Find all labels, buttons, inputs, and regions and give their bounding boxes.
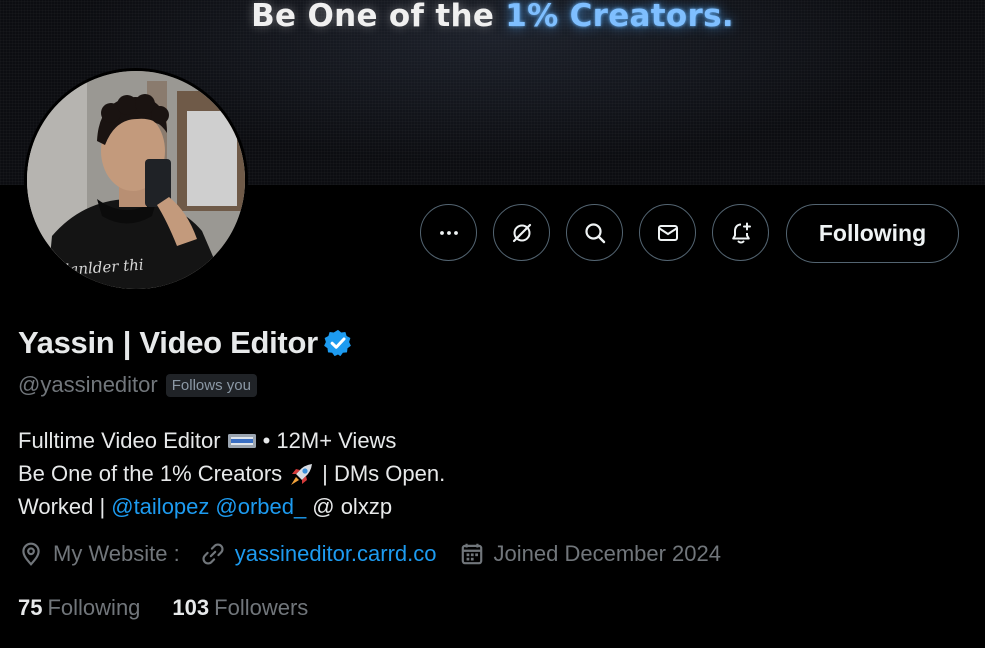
link-icon bbox=[202, 543, 224, 565]
more-dots-icon bbox=[439, 230, 458, 235]
avatar-photo: lanlder thi bbox=[27, 71, 245, 289]
display-name: Yassin | Video Editor bbox=[18, 325, 318, 360]
envelope-icon bbox=[657, 224, 678, 241]
bell-plus-icon bbox=[731, 222, 751, 243]
location-item: My Website : bbox=[18, 541, 180, 567]
bio-line2-text: Be One of the 1% Creators bbox=[18, 461, 283, 486]
bio-line1-suffix: • 12M+ Views bbox=[262, 428, 397, 453]
rocket-emoji-icon bbox=[291, 463, 313, 485]
bio: Fulltime Video Editor • 12M+ Views Be On… bbox=[18, 424, 445, 523]
followers-label: Followers bbox=[214, 595, 309, 620]
followers-count: 103 bbox=[172, 595, 210, 620]
following-count: 75 bbox=[18, 595, 43, 620]
more-button[interactable] bbox=[420, 204, 477, 261]
bio-line3-suffix: @ olxzp bbox=[312, 494, 393, 519]
avatar[interactable]: lanlder thi bbox=[24, 68, 248, 292]
handle: @yassineditor bbox=[18, 372, 158, 397]
bio-line2-suffix: | DMs Open. bbox=[322, 461, 446, 486]
mention-tailopez[interactable]: @tailopez bbox=[111, 490, 209, 523]
name-row: Yassin | Video Editor bbox=[18, 325, 353, 361]
bio-line-1: Fulltime Video Editor • 12M+ Views bbox=[18, 424, 445, 457]
joined-text: Joined December 2024 bbox=[493, 541, 721, 566]
search-icon bbox=[584, 222, 605, 243]
grok-icon bbox=[512, 223, 531, 242]
following-stat[interactable]: 75 Following bbox=[18, 595, 140, 621]
bio-line-2: Be One of the 1% Creators | DMs Open. bbox=[18, 457, 445, 490]
follows-you-badge: Follows you bbox=[165, 373, 257, 397]
profile-meta: My Website : yassineditor.carrd.co Joine… bbox=[18, 541, 721, 567]
follow-stats: 75 Following 103 Followers bbox=[18, 595, 308, 621]
message-button[interactable] bbox=[639, 204, 696, 261]
banner-text-accent: 1% Creators. bbox=[505, 0, 734, 34]
website-link[interactable]: yassineditor.carrd.co bbox=[235, 541, 437, 567]
bio-line3-prefix: Worked | bbox=[18, 494, 106, 519]
joined-item: Joined December 2024 bbox=[459, 541, 721, 567]
bio-line-3: Worked | @tailopez @orbed_ @ olxzp bbox=[18, 490, 445, 523]
verified-badge-icon[interactable] bbox=[323, 328, 353, 358]
following-button[interactable]: Following bbox=[786, 204, 959, 263]
banner-headline: Be One of the 1% Creators. bbox=[0, 0, 985, 34]
banner-text-white: Be One of the bbox=[251, 0, 495, 34]
search-button[interactable] bbox=[566, 204, 623, 261]
website-item: yassineditor.carrd.co bbox=[200, 541, 437, 567]
mention-orbed[interactable]: @orbed_ bbox=[215, 490, 306, 523]
followers-stat[interactable]: 103 Followers bbox=[172, 595, 308, 621]
following-label: Following bbox=[47, 595, 141, 620]
ticket-emoji-icon bbox=[227, 433, 256, 448]
bio-line1-text: Fulltime Video Editor bbox=[18, 428, 221, 453]
location-pin-icon bbox=[22, 542, 40, 566]
calendar-icon bbox=[461, 543, 482, 565]
handle-row: @yassineditor Follows you bbox=[18, 372, 257, 398]
location-text: My Website : bbox=[53, 541, 180, 566]
notifications-button[interactable] bbox=[712, 204, 769, 261]
grok-button[interactable] bbox=[493, 204, 550, 261]
